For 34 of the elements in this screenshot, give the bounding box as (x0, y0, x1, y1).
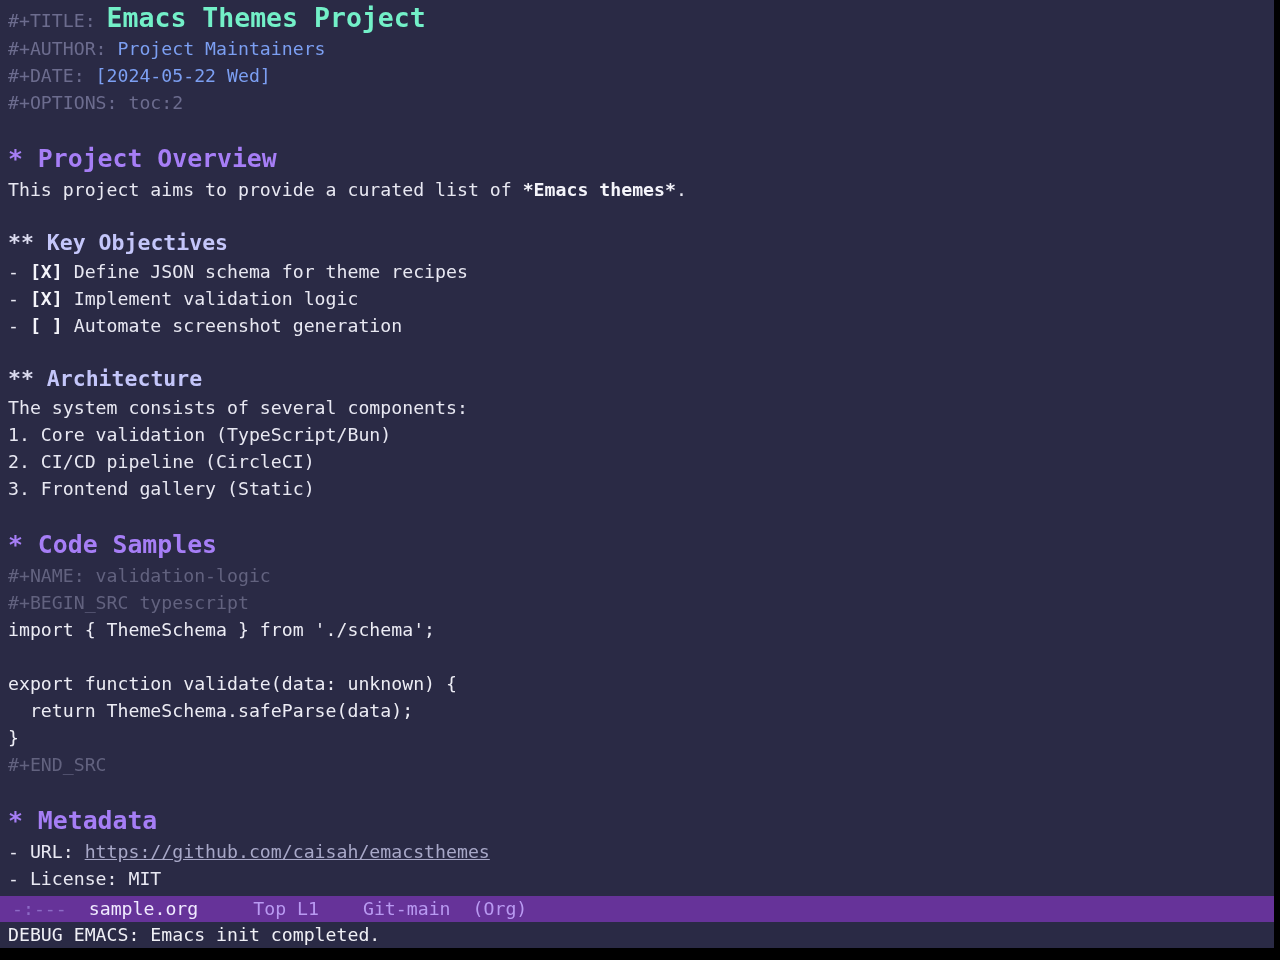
document-title: Emacs Themes Project (106, 2, 426, 33)
block-directive: #+END_SRC (8, 754, 107, 775)
source-code: import { ThemeSchema } from './schema'; export function validate(data: unknown) { return ThemeSchema.safeParse(data); } (8, 619, 457, 748)
section-heading: ** Key Objectives (8, 230, 229, 255)
list-item: 2. CI/CD pipeline (CircleCI) (8, 451, 315, 472)
checklist-item: - [ ] Automate screenshot generation (8, 315, 403, 336)
section-heading: ** Architecture (8, 366, 203, 391)
buffer-state: -:--- (12, 898, 67, 919)
body-text: The system consists of several components: (8, 397, 468, 418)
block-directive: #+NAME: validation-logic (8, 565, 271, 586)
buffer-name: sample.org (88, 898, 199, 919)
metadata-item: - License: MIT (8, 868, 162, 889)
keyword-label: #+TITLE: (8, 10, 96, 31)
echo-message: DEBUG EMACS: Emacs init completed. (8, 924, 381, 945)
document-date: [2024-05-22 Wed] (95, 65, 271, 86)
author-name: Project Maintainers (117, 38, 326, 59)
keyword-label: #+DATE: (8, 65, 85, 86)
keyword-label: #+OPTIONS: (8, 92, 118, 113)
checklist-item: - [X] Define JSON schema for theme recipes (8, 261, 468, 282)
section-heading: * Project Overview (8, 144, 277, 173)
block-directive: #+BEGIN_SRC typescript (8, 592, 249, 613)
keyword-label: #+AUTHOR: (8, 38, 107, 59)
checklist-item: - [X] Implement validation logic (8, 288, 359, 309)
major-mode: (Org) (472, 898, 528, 919)
field-label: - URL: (8, 841, 74, 862)
vc-branch: Git-main (362, 898, 451, 919)
body-text: This project aims to provide a curated list of *Emacs themes*. (8, 179, 687, 200)
section-heading: * Metadata (8, 806, 158, 835)
cursor-position: Top L1 (253, 898, 319, 919)
option-value: toc:2 (128, 92, 184, 113)
url-link[interactable]: https://github.com/caisah/emacsthemes (84, 841, 490, 862)
section-heading: * Code Samples (8, 530, 217, 559)
list-item: 3. Frontend gallery (Static) (8, 478, 315, 499)
list-item: 1. Core validation (TypeScript/Bun) (8, 424, 392, 445)
